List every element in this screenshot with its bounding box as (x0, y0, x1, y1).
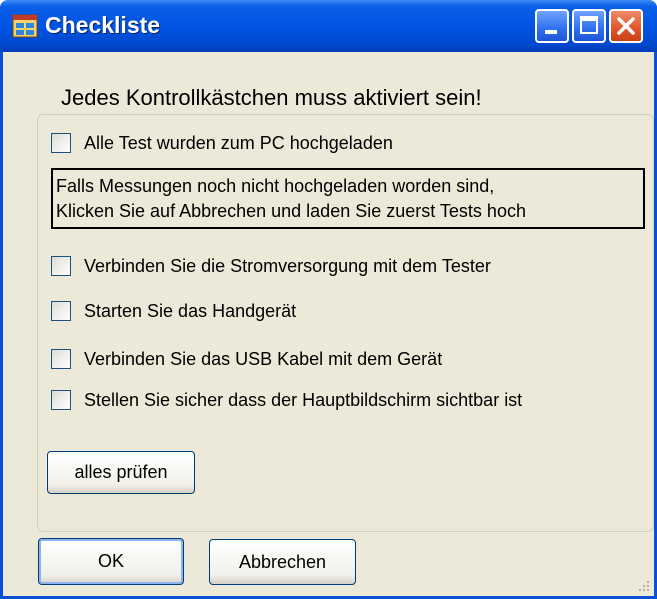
check-all-button[interactable]: alles prüfen (47, 451, 195, 494)
checkbox-label: Verbinden Sie das USB Kabel mit dem Gerä… (84, 348, 443, 369)
note-line: Falls Messungen noch nicht hochgeladen w… (56, 176, 495, 196)
title-bar[interactable]: Checkliste (0, 0, 657, 52)
checkbox-label: Verbinden Sie die Stromversorgung mit de… (84, 255, 491, 276)
checklist-item-usb[interactable]: Verbinden Sie das USB Kabel mit dem Gerä… (51, 345, 442, 373)
note-line: Klicken Sie auf Abbrechen und laden Sie … (56, 201, 526, 221)
maximize-button[interactable] (572, 9, 606, 43)
close-button[interactable] (609, 9, 643, 43)
checkbox[interactable] (51, 301, 71, 321)
checkbox[interactable] (51, 133, 71, 153)
checkbox-label: Alle Test wurden zum PC hochgeladen (84, 132, 393, 153)
minimize-icon (545, 30, 557, 34)
checklist-item-mainscreen[interactable]: Stellen Sie sicher dass der Hauptbildsch… (51, 386, 522, 414)
maximize-icon (580, 16, 598, 34)
checklist-item-power[interactable]: Verbinden Sie die Stromversorgung mit de… (51, 252, 491, 280)
cancel-button[interactable]: Abbrechen (209, 539, 356, 585)
checkbox[interactable] (51, 390, 71, 410)
upload-note: Falls Messungen noch nicht hochgeladen w… (51, 168, 645, 229)
minimize-button[interactable] (535, 9, 569, 43)
checkbox[interactable] (51, 349, 71, 369)
checkbox[interactable] (51, 256, 71, 276)
close-icon (617, 17, 635, 35)
checklist-window: Checkliste Jedes Kontrollkästchen muss a… (0, 0, 657, 599)
app-icon (12, 14, 38, 38)
checklist-item-handheld[interactable]: Starten Sie das Handgerät (51, 297, 296, 325)
checkbox-label: Starten Sie das Handgerät (84, 300, 297, 321)
resize-grip-icon[interactable] (636, 578, 650, 592)
instruction-heading: Jedes Kontrollkästchen muss aktiviert se… (61, 85, 482, 110)
ok-button[interactable]: OK (38, 538, 184, 585)
window-title: Checkliste (45, 12, 161, 38)
checkbox-label: Stellen Sie sicher dass der Hauptbildsch… (84, 389, 523, 410)
checklist-item-upload[interactable]: Alle Test wurden zum PC hochgeladen (51, 129, 393, 157)
